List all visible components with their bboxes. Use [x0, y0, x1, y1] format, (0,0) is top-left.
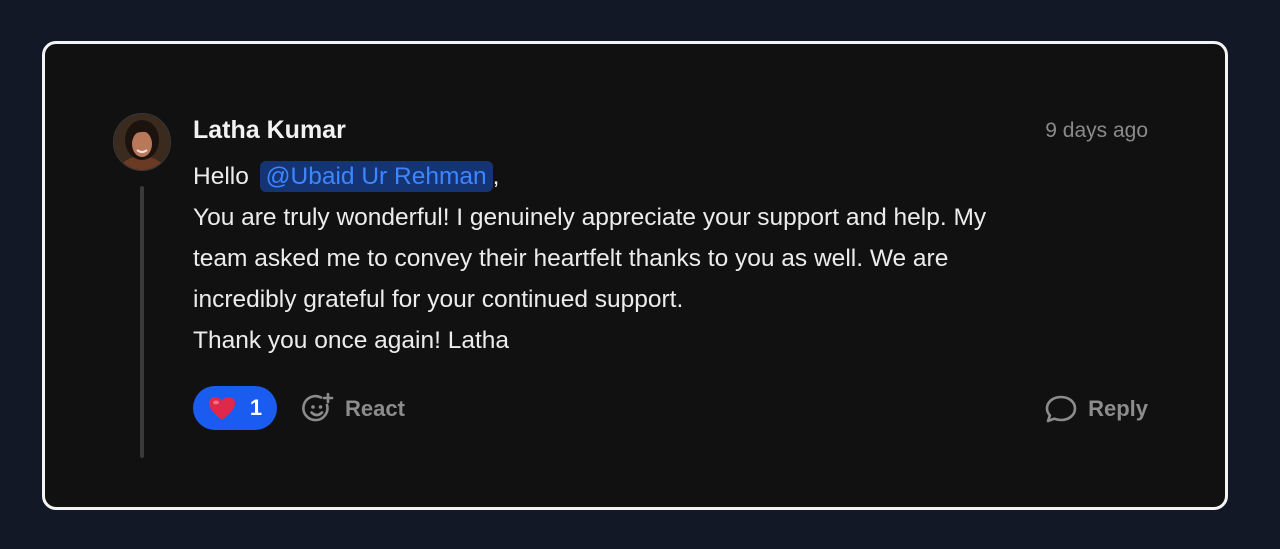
react-button[interactable]: React [301, 391, 405, 427]
speech-bubble-icon [1044, 394, 1078, 424]
heart-icon [208, 396, 236, 421]
smiley-plus-icon [301, 392, 335, 426]
comment-timestamp[interactable]: 9 days ago [1045, 119, 1148, 143]
author-name[interactable]: Latha Kumar [193, 116, 346, 145]
avatar-image [114, 114, 170, 170]
greeting-line: Hello @Ubaid Ur Rehman, [193, 156, 1153, 197]
comment-body: Hello @Ubaid Ur Rehman, You are truly wo… [193, 156, 1153, 361]
avatar[interactable] [113, 113, 171, 171]
reaction-count: 1 [249, 395, 263, 420]
greeting-text: Hello [193, 163, 249, 190]
thread-line [140, 186, 144, 458]
greeting-suffix: , [492, 163, 500, 190]
comment-line: You are truly wonderful! I genuinely app… [193, 204, 987, 231]
heart-reaction-button[interactable]: 1 [193, 386, 277, 430]
user-mention[interactable]: @Ubaid Ur Rehman [259, 161, 493, 192]
comment-line: team asked me to convey their heartfelt … [193, 245, 949, 272]
react-label: React [345, 396, 405, 421]
reply-label: Reply [1088, 396, 1148, 421]
comment-line: Thank you once again! Latha [193, 327, 510, 354]
comment-line: incredibly grateful for your continued s… [193, 286, 684, 313]
reply-button[interactable]: Reply [1044, 391, 1148, 427]
